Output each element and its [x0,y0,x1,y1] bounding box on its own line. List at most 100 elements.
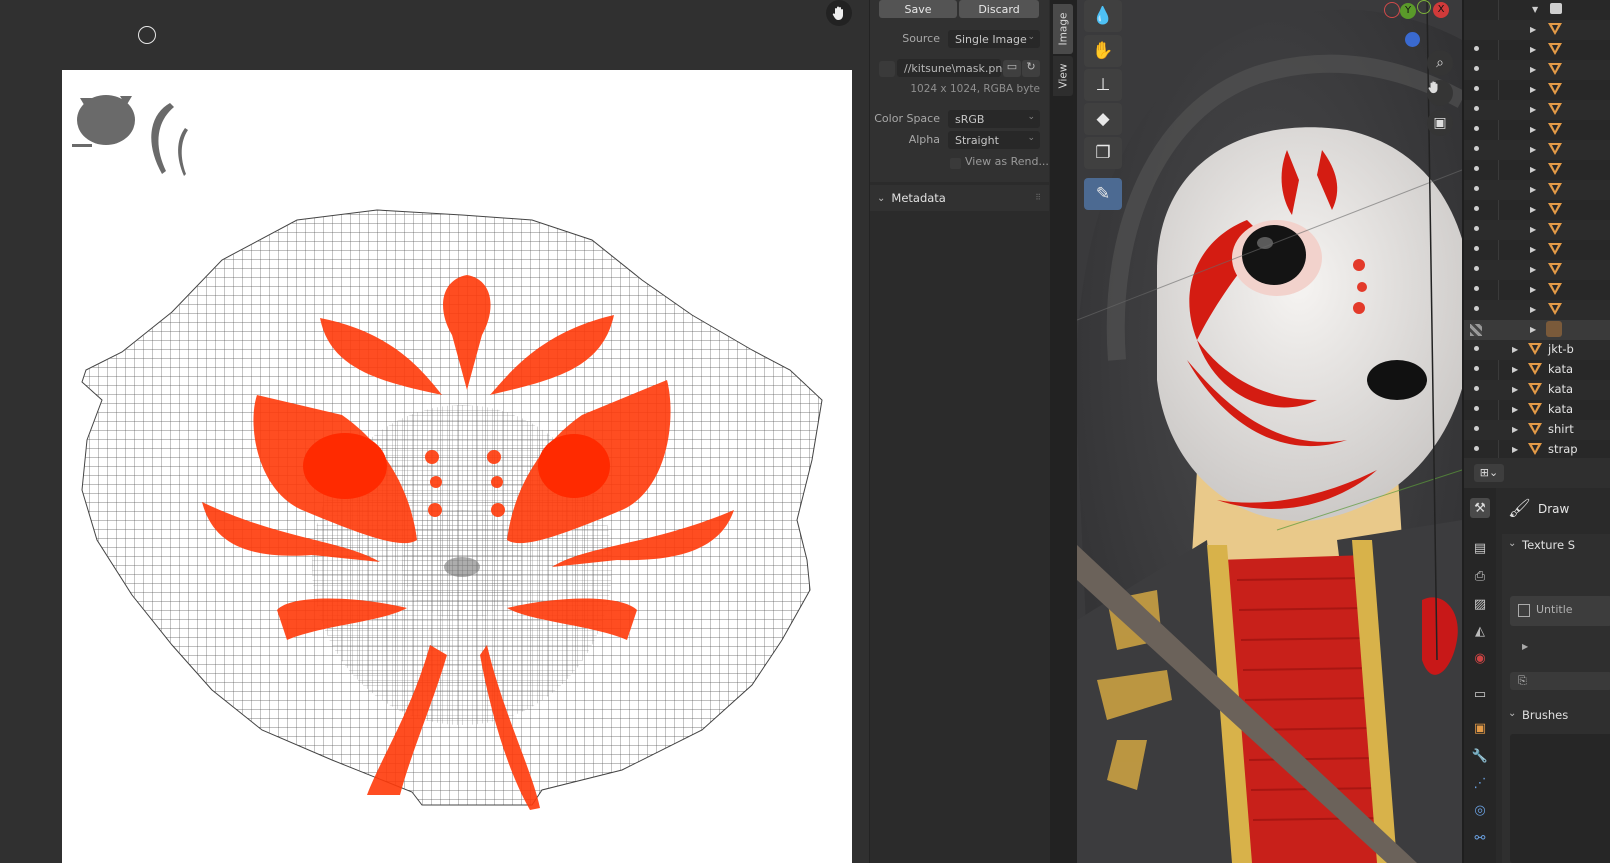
expand-arrow-icon[interactable]: ▶ [1530,125,1536,134]
expand-arrow-icon[interactable]: ▶ [1530,105,1536,114]
filepath-field[interactable]: //kitsune\mask.png [897,59,1009,77]
view-layer-tab-icon[interactable]: ▨ [1470,594,1490,614]
eye-icon[interactable] [1474,446,1479,451]
expand-arrow-icon[interactable]: ▶ [1530,25,1536,34]
texture-slot-list[interactable]: Untitle [1510,596,1610,626]
expand-arrow-icon[interactable]: ▶ [1512,405,1518,414]
expand-arrow-icon[interactable]: ▶ [1530,85,1536,94]
particles-tab-icon[interactable]: ⋰ [1470,773,1490,793]
tool-tab-icon[interactable]: ⚒ [1470,498,1490,518]
image-selector[interactable]: ⎘ [1510,672,1610,690]
eye-icon[interactable] [1474,226,1479,231]
eye-icon[interactable] [1474,306,1479,311]
eye-icon[interactable] [1474,186,1479,191]
editor-type-dropdown[interactable]: ⊞⌄ [1474,464,1504,482]
zoom-icon[interactable]: ⌕ [1427,50,1453,76]
expand-arrow-icon[interactable]: ▶ [1522,642,1528,651]
eye-icon[interactable] [1474,366,1479,371]
alpha-dropdown[interactable]: Straight ⌄ [948,131,1040,149]
outliner-row[interactable]: ▶ kata [1464,400,1610,420]
render-tab-icon[interactable]: ▤ [1470,538,1490,558]
expand-arrow-icon[interactable]: ▼ [1532,5,1538,14]
expand-arrow-icon[interactable]: ▶ [1530,145,1536,154]
chevron-down-icon[interactable]: ⌄ [1508,708,1516,719]
eye-icon[interactable] [1474,86,1479,91]
chevron-down-icon[interactable]: ⌄ [1508,538,1516,549]
collection-tab-icon[interactable]: ▭ [1470,684,1490,704]
eye-icon[interactable] [1474,406,1479,411]
image-editor[interactable] [0,0,869,863]
eye-icon[interactable] [1474,426,1479,431]
outliner-row[interactable]: ▶ [1464,100,1610,120]
outliner-row[interactable]: ▶ [1464,280,1610,300]
outliner[interactable]: ▼ ▶ ▶ ▶ ▶ ▶ ▶ ▶ ▶ ▶ ▶ ▶ ▶ ▶ ▶ ▶ ▶ ▶ jkt-b… [1462,0,1610,458]
view-as-render-checkbox[interactable] [950,158,961,169]
drag-handle-icon[interactable]: ⠿ [1035,193,1041,202]
outliner-row-selected[interactable]: ▶ [1464,320,1610,340]
soften-tool-icon[interactable]: ✋ [1084,35,1122,67]
reload-icon[interactable]: ↻ [1022,60,1040,77]
smear-tool-icon[interactable]: ⊥ [1084,69,1122,101]
constraints-tab-icon[interactable]: ⚯ [1470,828,1490,848]
outliner-row[interactable]: ▶ kata [1464,380,1610,400]
gizmo-neg-x[interactable] [1384,2,1400,18]
physics-tab-icon[interactable]: ◎ [1470,800,1490,820]
expand-arrow-icon[interactable]: ▶ [1530,45,1536,54]
annotate-tool-icon[interactable]: ✎ [1084,178,1122,210]
outliner-row[interactable]: ▶ [1464,180,1610,200]
fill-tool-icon[interactable]: ◆ [1084,103,1122,135]
expand-arrow-icon[interactable]: ▶ [1512,345,1518,354]
object-tab-icon[interactable]: ▣ [1470,718,1490,738]
expand-arrow-icon[interactable]: ▶ [1530,245,1536,254]
outliner-row[interactable]: ▶ [1464,200,1610,220]
output-tab-icon[interactable]: ⎙ [1470,566,1490,586]
outliner-row[interactable]: ▶ jkt-b [1464,340,1610,360]
outliner-row[interactable]: ▶ [1464,240,1610,260]
eye-icon[interactable] [1474,286,1479,291]
expand-arrow-icon[interactable]: ▶ [1530,305,1536,314]
expand-arrow-icon[interactable]: ▶ [1530,325,1536,334]
outliner-row[interactable]: ▶ [1464,160,1610,180]
hand-pan-icon[interactable] [826,0,852,26]
image-datablock-icon[interactable] [879,61,895,77]
metadata-panel-header[interactable]: ⌄ Metadata ⠿ [870,185,1049,211]
folder-icon[interactable]: ▭ [1003,60,1021,77]
outliner-row[interactable]: ▶ [1464,120,1610,140]
gizmo-neg-y[interactable] [1417,0,1431,14]
expand-arrow-icon[interactable]: ▶ [1530,285,1536,294]
uv-image-canvas[interactable] [62,70,852,863]
outliner-row[interactable]: ▶ shirt [1464,420,1610,440]
outliner-row[interactable]: ▶ [1464,40,1610,60]
expand-arrow-icon[interactable]: ▶ [1530,225,1536,234]
hand-pan-icon[interactable] [1427,80,1453,106]
eye-icon[interactable] [1474,46,1479,51]
clone-tool-icon[interactable]: ❐ [1084,137,1122,169]
expand-arrow-icon[interactable]: ▶ [1512,445,1518,454]
eye-icon[interactable] [1474,106,1479,111]
3d-viewport[interactable]: Y X ⌕ ▣ [1077,0,1462,863]
expand-arrow-icon[interactable]: ▶ [1530,65,1536,74]
expand-arrow-icon[interactable]: ▶ [1512,365,1518,374]
outliner-row[interactable]: ▶ [1464,140,1610,160]
draw-tool-icon[interactable]: 💧 [1084,0,1122,32]
outliner-row[interactable]: ▶ strap [1464,440,1610,460]
gizmo-y-axis[interactable]: Y [1400,3,1416,19]
eye-icon[interactable] [1474,266,1479,271]
eye-icon[interactable] [1474,166,1479,171]
world-tab-icon[interactable]: ◉ [1470,648,1490,668]
navigation-gizmo[interactable]: Y X [1377,0,1457,50]
outliner-row[interactable]: ▶ kata [1464,360,1610,380]
modifier-tab-icon[interactable]: 🔧 [1470,746,1490,766]
outliner-row[interactable]: ▶ [1464,220,1610,240]
eye-icon[interactable] [1474,66,1479,71]
outliner-row[interactable]: ▼ [1464,0,1610,20]
color-space-dropdown[interactable]: sRGB ⌄ [948,110,1040,128]
camera-icon[interactable]: ▣ [1427,110,1453,136]
gizmo-z-axis[interactable] [1405,32,1420,47]
outliner-row[interactable]: ▶ [1464,300,1610,320]
expand-arrow-icon[interactable]: ▶ [1530,185,1536,194]
eye-icon[interactable] [1474,386,1479,391]
save-button[interactable]: Save [879,0,957,18]
eye-icon[interactable] [1474,246,1479,251]
eye-icon[interactable] [1474,126,1479,131]
